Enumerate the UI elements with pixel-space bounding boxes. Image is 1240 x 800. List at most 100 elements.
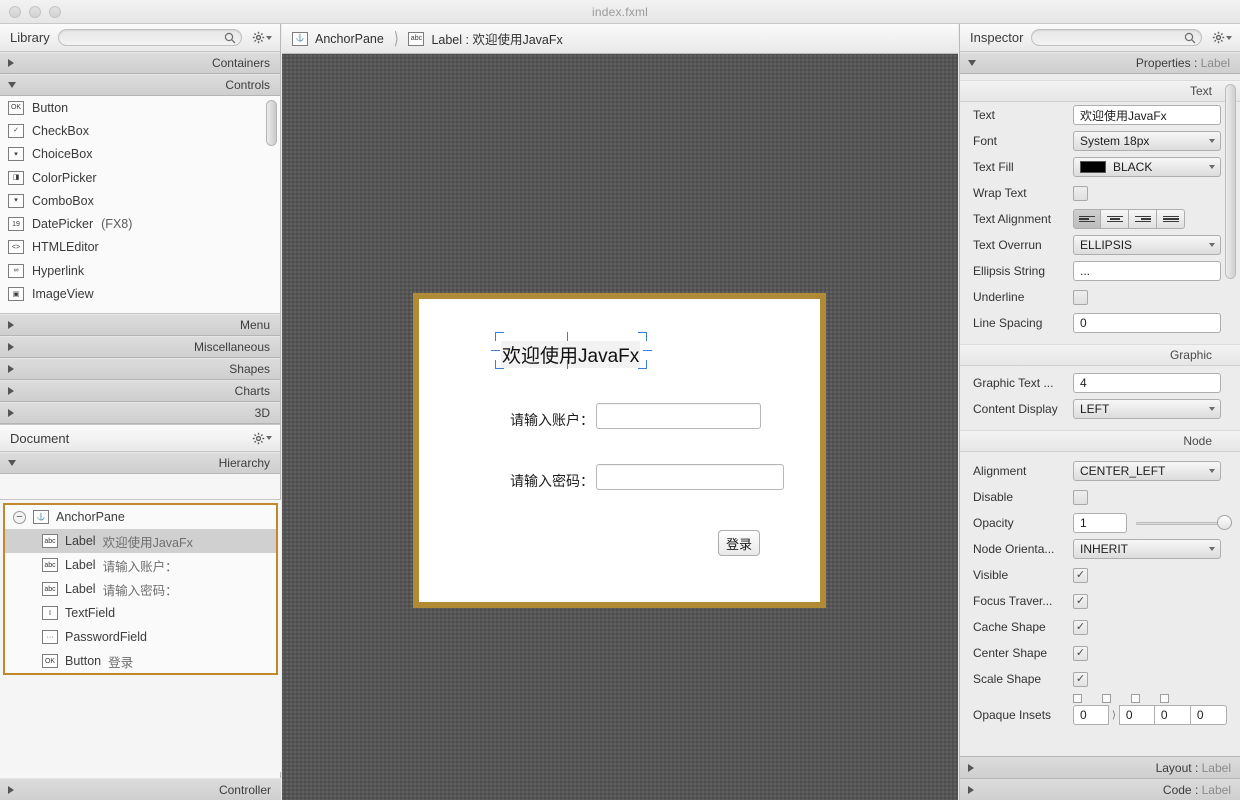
text-alignment-group[interactable] bbox=[1073, 209, 1185, 229]
opacity-slider[interactable] bbox=[1136, 513, 1232, 533]
tree-expander[interactable]: − bbox=[13, 510, 26, 524]
align-right-button[interactable] bbox=[1129, 209, 1157, 229]
library-item[interactable]: ▾ ChoiceBox bbox=[0, 143, 280, 166]
tree-item[interactable]: OK Button 登录 bbox=[5, 649, 276, 673]
inspector-properties-body[interactable]: Text Text 欢迎使用JavaFx Font System 18px Te… bbox=[960, 80, 1240, 756]
library-section-shapes[interactable]: Shapes bbox=[0, 358, 280, 380]
inspector-section-code[interactable]: Code : Label bbox=[960, 778, 1240, 800]
design-canvas[interactable]: 欢迎使用JavaFx 请输入账户： 请输入密码： 登录 bbox=[282, 55, 958, 800]
align-center-button[interactable] bbox=[1101, 209, 1129, 229]
library-search-box[interactable] bbox=[57, 29, 242, 46]
library-section-miscellaneous[interactable]: Miscellaneous bbox=[0, 336, 280, 358]
insets-right-input[interactable]: 0 bbox=[1118, 705, 1155, 725]
graphic-text-gap-input[interactable]: 4 bbox=[1073, 373, 1221, 393]
inspector-search-input[interactable] bbox=[1032, 30, 1201, 46]
line-spacing-input[interactable]: 0 bbox=[1073, 313, 1221, 333]
inspector-scrollbar-thumb[interactable] bbox=[1225, 84, 1236, 279]
selection-handle-tl[interactable] bbox=[495, 332, 504, 341]
library-section-controls[interactable]: Controls bbox=[0, 74, 280, 96]
hierarchy-tree[interactable]: − ⚓ AnchorPane abc Label 欢迎使用JavaFx abc Label 请输… bbox=[3, 503, 278, 675]
slider-knob[interactable] bbox=[1217, 515, 1232, 530]
text-fill-dropdown[interactable]: BLACK bbox=[1073, 157, 1221, 177]
opacity-input[interactable]: 1 bbox=[1073, 513, 1127, 533]
insets-top-checkbox[interactable] bbox=[1073, 693, 1082, 703]
focus-traversable-checkbox[interactable]: ✓ bbox=[1073, 593, 1088, 609]
library-item[interactable]: 19 DatePicker (FX8) bbox=[0, 212, 280, 235]
chevron-down-icon bbox=[266, 35, 272, 40]
library-item[interactable]: ◨ ColorPicker bbox=[0, 166, 280, 189]
selection-handle-bl[interactable] bbox=[495, 360, 504, 369]
insets-bottom-input[interactable]: 0 bbox=[1154, 705, 1191, 725]
scrollbar-thumb[interactable] bbox=[266, 100, 277, 146]
tree-item[interactable]: I TextField bbox=[5, 601, 276, 625]
align-left-button[interactable] bbox=[1073, 209, 1101, 229]
library-title: Library bbox=[10, 30, 50, 45]
insets-left-input[interactable]: 0 bbox=[1190, 705, 1227, 725]
align-justify-button[interactable] bbox=[1157, 209, 1185, 229]
library-section-charts[interactable]: Charts bbox=[0, 380, 280, 402]
wrap-text-checkbox[interactable] bbox=[1073, 185, 1088, 201]
library-settings-button[interactable] bbox=[250, 31, 274, 44]
document-section-controller[interactable]: Controller bbox=[0, 778, 281, 800]
content-display-dropdown[interactable]: LEFT bbox=[1073, 399, 1221, 419]
tree-item[interactable]: ··· PasswordField bbox=[5, 625, 276, 649]
password-label[interactable]: 请输入密码： bbox=[510, 471, 594, 491]
selection-handle-tr[interactable] bbox=[638, 332, 647, 341]
cache-shape-checkbox[interactable]: ✓ bbox=[1073, 619, 1088, 635]
login-button[interactable]: 登录 bbox=[718, 530, 760, 556]
label-icon: abc bbox=[408, 31, 425, 46]
underline-checkbox[interactable] bbox=[1073, 289, 1088, 305]
breadcrumb-item-label[interactable]: abc Label : 欢迎使用JavaFx bbox=[408, 29, 563, 48]
library-item[interactable]: ∞ Hyperlink bbox=[0, 259, 280, 282]
insets-bottom-checkbox[interactable] bbox=[1131, 693, 1140, 703]
visible-checkbox[interactable]: ✓ bbox=[1073, 567, 1088, 583]
selection-handle-br[interactable] bbox=[638, 360, 647, 369]
center-shape-checkbox[interactable]: ✓ bbox=[1073, 645, 1088, 661]
text-overrun-dropdown[interactable]: ELLIPSIS bbox=[1073, 235, 1221, 255]
library-item[interactable]: ✓ CheckBox bbox=[0, 119, 280, 142]
selection-handle-bottom[interactable] bbox=[567, 360, 569, 369]
library-item[interactable]: OK Button bbox=[0, 96, 280, 119]
content-display-value: LEFT bbox=[1080, 402, 1110, 416]
inspector-settings-button[interactable] bbox=[1210, 31, 1234, 44]
scale-shape-checkbox[interactable]: ✓ bbox=[1073, 671, 1088, 687]
password-field[interactable] bbox=[596, 464, 784, 490]
inspector-properties-section[interactable]: Properties : Label bbox=[960, 52, 1240, 74]
library-item-list[interactable]: OK Button ✓ CheckBox ▾ ChoiceBox ◨ ColorPicker ▾… bbox=[0, 96, 280, 314]
document-section-hierarchy[interactable]: Hierarchy bbox=[0, 452, 280, 474]
inspector-section-layout[interactable]: Layout : Label bbox=[960, 756, 1240, 778]
library-section-containers[interactable]: Containers bbox=[0, 52, 280, 74]
insets-top-input[interactable]: 0 bbox=[1073, 705, 1109, 725]
library-search-input[interactable] bbox=[58, 30, 241, 46]
account-label[interactable]: 请输入账户： bbox=[510, 410, 594, 430]
library-scrollbar[interactable] bbox=[266, 100, 277, 310]
selection-handle-left[interactable] bbox=[491, 350, 500, 352]
disable-checkbox[interactable] bbox=[1073, 489, 1088, 505]
tree-item[interactable]: abc Label 请输入密码： bbox=[5, 577, 276, 601]
library-section-menu[interactable]: Menu bbox=[0, 314, 280, 336]
account-textfield[interactable] bbox=[596, 403, 761, 429]
font-dropdown[interactable]: System 18px bbox=[1073, 131, 1221, 151]
tree-item[interactable]: − ⚓ AnchorPane bbox=[5, 505, 276, 529]
tree-item[interactable]: abc Label 欢迎使用JavaFx bbox=[5, 529, 276, 553]
text-input[interactable]: 欢迎使用JavaFx bbox=[1073, 105, 1221, 125]
inspector-search-box[interactable] bbox=[1031, 29, 1202, 46]
insets-left-checkbox[interactable] bbox=[1160, 693, 1169, 703]
alignment-dropdown[interactable]: CENTER_LEFT bbox=[1073, 461, 1221, 481]
library-item[interactable]: ▣ ImageView bbox=[0, 282, 280, 305]
library-item[interactable]: <> HTMLEditor bbox=[0, 236, 280, 259]
selection-handle-top[interactable] bbox=[567, 332, 569, 341]
library-section-3d[interactable]: 3D bbox=[0, 402, 280, 424]
welcome-label[interactable]: 欢迎使用JavaFx bbox=[501, 341, 641, 368]
breadcrumb-item-anchorpane[interactable]: ⚓ AnchorPane bbox=[292, 31, 384, 46]
document-settings-button[interactable] bbox=[250, 432, 274, 445]
ellipsis-string-input[interactable]: ... bbox=[1073, 261, 1221, 281]
anchorpane-root[interactable]: 欢迎使用JavaFx 请输入账户： 请输入密码： 登录 bbox=[413, 293, 826, 608]
tree-item-value: 欢迎使用JavaFx bbox=[102, 535, 193, 550]
library-item[interactable]: ▾ ComboBox bbox=[0, 189, 280, 212]
node-orientation-dropdown[interactable]: INHERIT bbox=[1073, 539, 1221, 559]
prop-graphic-text-gap: Graphic Text ... 4 bbox=[960, 370, 1240, 396]
insets-right-checkbox[interactable] bbox=[1102, 693, 1111, 703]
selection-handle-right[interactable] bbox=[643, 350, 652, 352]
tree-item[interactable]: abc Label 请输入账户： bbox=[5, 553, 276, 577]
